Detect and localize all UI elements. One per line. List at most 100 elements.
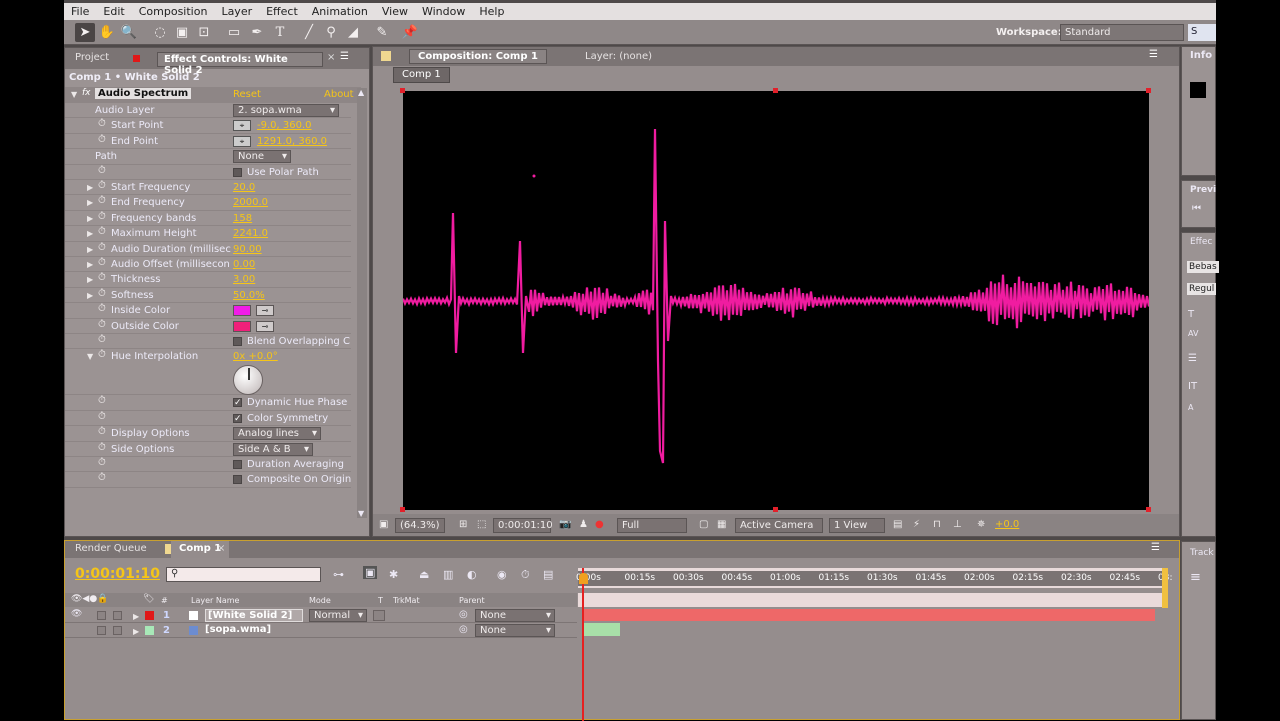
expand-triangle-icon[interactable]: ▶ [133, 612, 139, 621]
timeline-icon[interactable]: ⊓ [933, 518, 941, 533]
expand-triangle-icon[interactable]: ▶ [87, 245, 93, 254]
panel-menu-icon[interactable]: ☰ [1149, 49, 1158, 60]
expand-triangle-icon[interactable]: ▼ [71, 90, 77, 99]
clone-stamp-tool-icon[interactable]: ⚲ [321, 23, 341, 42]
checkbox[interactable]: ✓ [233, 398, 242, 408]
hide-shy-icon[interactable]: ⏏ [419, 568, 429, 581]
layer-bar-white-solid-2[interactable] [582, 609, 1155, 621]
menu-animation[interactable]: Animation [305, 3, 375, 20]
checkbox[interactable] [233, 337, 242, 346]
menu-help[interactable]: Help [472, 3, 511, 20]
fast-previews-icon[interactable]: ⚡ [913, 518, 920, 533]
stopwatch-icon[interactable]: ⏱ [98, 226, 106, 237]
pixel-aspect-icon[interactable]: ▤ [893, 518, 902, 533]
stopwatch-icon[interactable]: ⏱ [98, 349, 106, 360]
layer-handle[interactable] [1146, 507, 1151, 512]
property-value[interactable]: 0x +0.0° [233, 351, 278, 362]
mask-visibility-icon[interactable]: ⬚ [477, 518, 486, 533]
eyedropper-icon[interactable]: ⊸ [256, 305, 274, 317]
comp-navigator-button[interactable]: Comp 1 [393, 67, 450, 83]
menu-effect[interactable]: Effect [259, 3, 305, 20]
stopwatch-icon[interactable]: ⏱ [98, 180, 106, 191]
stopwatch-icon[interactable]: ⏱ [98, 195, 106, 206]
first-frame-icon[interactable]: ⏮ [1192, 203, 1201, 214]
property-value[interactable]: 1291.0, 360.0 [257, 136, 327, 147]
effect-name[interactable]: Audio Spectrum [95, 88, 192, 99]
show-snapshot-icon[interactable]: ♟ [579, 518, 588, 533]
stopwatch-icon[interactable]: ⏱ [98, 257, 106, 268]
exposure-value[interactable]: +0.0 [995, 518, 1019, 533]
collapse-triangle-icon[interactable]: ▼ [87, 352, 93, 361]
composition-canvas[interactable] [400, 88, 1151, 512]
property-dropdown[interactable]: Analog lines [233, 427, 321, 441]
hue-angle-dial[interactable] [233, 365, 263, 396]
tab-effect-controls[interactable]: Effect Controls: White Solid 2 [157, 52, 323, 76]
color-swatch[interactable] [233, 305, 251, 317]
property-value[interactable]: 158 [233, 213, 252, 224]
stopwatch-icon[interactable]: ⏱ [98, 118, 106, 129]
layer-search-input[interactable]: ⚲ [166, 567, 321, 582]
motion-blur-icon[interactable]: ◐ [467, 568, 477, 581]
stopwatch-icon[interactable]: ⏱ [98, 165, 106, 176]
stopwatch-icon[interactable]: ⏱ [98, 303, 106, 314]
scrollbar[interactable]: ▲ ▼ [357, 88, 367, 518]
transparency-grid-icon[interactable]: ▦ [717, 518, 726, 533]
expand-triangle-icon[interactable]: ▶ [133, 627, 139, 636]
label-color[interactable] [145, 626, 154, 635]
eye-icon[interactable]: 👁 [71, 609, 82, 619]
stopwatch-icon[interactable]: ⏱ [98, 395, 106, 406]
layer-row[interactable]: 👁 ▶ 1 [White Solid 2] Normal ◎ None [65, 608, 577, 623]
snapshot-icon[interactable]: 📷 [559, 518, 571, 533]
label-color[interactable] [145, 611, 154, 620]
font-family-field[interactable]: Bebas [1187, 261, 1219, 273]
solo-switch[interactable] [97, 611, 106, 620]
property-dropdown[interactable]: Side A & B [233, 442, 313, 456]
pan-behind-tool-icon[interactable]: ⊡ [194, 23, 214, 42]
property-value[interactable]: 50.0% [233, 290, 265, 301]
camera-tool-icon[interactable]: ▣ [172, 23, 192, 42]
close-icon[interactable]: × [217, 543, 225, 554]
blend-mode-dropdown[interactable]: Normal [309, 609, 367, 622]
stopwatch-icon[interactable]: ⏱ [98, 426, 106, 437]
point-target-icon[interactable]: ⌖ [233, 120, 251, 132]
text-tool-icon[interactable]: T [270, 23, 290, 42]
preserve-transparency-switch[interactable] [373, 610, 385, 621]
expand-triangle-icon[interactable]: ▶ [87, 260, 93, 269]
property-dropdown[interactable]: None [233, 150, 291, 164]
about-link[interactable]: About [324, 89, 354, 100]
lock-switch[interactable] [113, 611, 122, 620]
frame-blending-icon[interactable]: ▥ [443, 568, 453, 581]
search-help-input[interactable]: S [1188, 24, 1216, 41]
pick-whip-icon[interactable]: ◎ [459, 609, 468, 620]
color-swatch[interactable] [233, 320, 251, 332]
property-value[interactable]: 90.00 [233, 244, 262, 255]
channel-icon[interactable]: ● [595, 518, 604, 533]
rotate-tool-icon[interactable]: ◌ [150, 23, 170, 42]
layer-handle[interactable] [773, 88, 778, 93]
property-value[interactable]: 20.0 [233, 182, 255, 193]
stopwatch-icon[interactable]: ⏱ [98, 288, 106, 299]
auto-keyframe-icon[interactable]: ⏱ [521, 568, 530, 582]
reset-exposure-icon[interactable]: ✵ [977, 518, 985, 533]
layer-handle[interactable] [1146, 88, 1151, 93]
solo-switch[interactable] [97, 626, 106, 635]
font-style-field[interactable]: Regul [1187, 283, 1217, 295]
menu-composition[interactable]: Composition [132, 3, 215, 20]
stopwatch-icon[interactable]: ⏱ [98, 211, 106, 222]
tab-render-queue[interactable]: Render Queue [67, 541, 155, 558]
playhead-handle[interactable] [579, 573, 588, 584]
property-value[interactable]: 3.00 [233, 274, 255, 285]
pen-tool-icon[interactable]: ✒ [247, 23, 267, 42]
menu-edit[interactable]: Edit [96, 3, 131, 20]
magnification-dropdown[interactable]: (64.3%) [395, 518, 445, 533]
hand-tool-icon[interactable]: ✋ [97, 23, 117, 42]
eyedropper-icon[interactable]: ⊸ [256, 320, 274, 332]
stopwatch-icon[interactable]: ⏱ [98, 242, 106, 253]
draft-3d-icon[interactable]: ✱ [389, 568, 398, 581]
flowchart-icon[interactable]: ⊥ [953, 518, 962, 533]
expand-triangle-icon[interactable]: ▶ [87, 275, 93, 284]
stopwatch-icon[interactable]: ⏱ [98, 411, 106, 422]
menu-window[interactable]: Window [415, 3, 472, 20]
current-time-display[interactable]: 0:00:01:10 [493, 518, 553, 533]
brush-tool-icon[interactable]: ╱ [299, 23, 319, 42]
